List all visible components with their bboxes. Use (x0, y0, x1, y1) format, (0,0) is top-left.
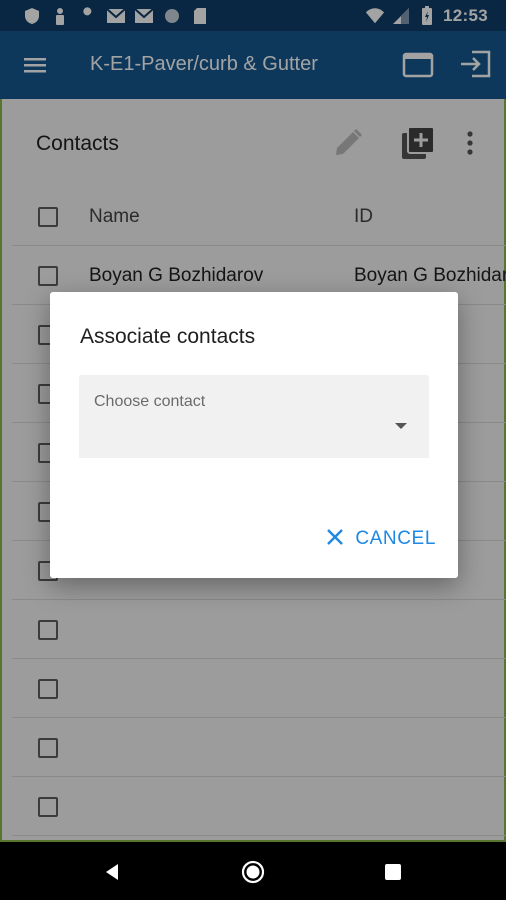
recent-apps-icon[interactable] (385, 864, 401, 880)
dropdown-arrow-icon (395, 423, 407, 429)
choose-contact-label: Choose contact (94, 393, 206, 410)
cancel-label: CANCEL (355, 528, 436, 549)
navigation-bar (0, 842, 506, 900)
associate-contacts-dialog: Associate contacts Choose contact CANCEL (50, 292, 458, 578)
dialog-title: Associate contacts (80, 325, 256, 348)
close-icon (325, 527, 345, 552)
cancel-button[interactable]: CANCEL (325, 527, 436, 551)
back-icon[interactable] (103, 862, 123, 882)
choose-contact-select[interactable]: Choose contact (79, 375, 429, 458)
home-icon[interactable] (241, 860, 265, 884)
